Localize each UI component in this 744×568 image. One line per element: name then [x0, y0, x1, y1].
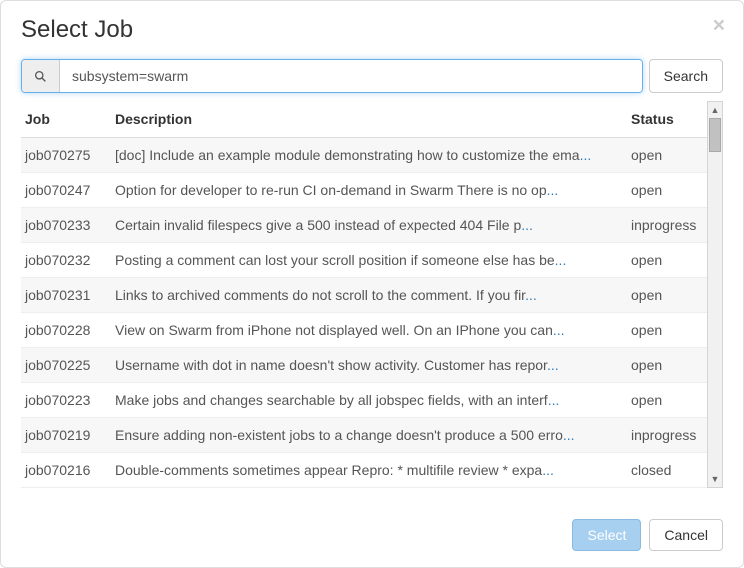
job-description-cell: Ensure adding non-existent jobs to a cha…	[111, 418, 627, 453]
table-row[interactable]: job070216Double-comments sometimes appea…	[21, 453, 707, 488]
job-description-cell: Make jobs and changes searchable by all …	[111, 383, 627, 418]
job-id-cell: job070219	[21, 418, 111, 453]
col-header-status[interactable]: Status	[627, 101, 707, 138]
table-row[interactable]: job070232Posting a comment can lost your…	[21, 243, 707, 278]
search-button[interactable]: Search	[649, 59, 723, 93]
ellipsis-link[interactable]: ...	[547, 182, 559, 198]
job-status-cell: inprogress	[627, 418, 707, 453]
cancel-button[interactable]: Cancel	[649, 519, 723, 551]
job-status-cell: open	[627, 278, 707, 313]
ellipsis-link[interactable]: ...	[555, 252, 567, 268]
job-table: Job Description Status job070275[doc] In…	[21, 101, 707, 488]
table-row[interactable]: job070275[doc] Include an example module…	[21, 138, 707, 173]
scroll-down-icon[interactable]: ▼	[708, 471, 722, 487]
job-status-cell: open	[627, 138, 707, 173]
table-header-row: Job Description Status	[21, 101, 707, 138]
job-status-cell: open	[627, 313, 707, 348]
col-header-description[interactable]: Description	[111, 101, 627, 138]
job-status-cell: open	[627, 173, 707, 208]
table-row[interactable]: job070223Make jobs and changes searchabl…	[21, 383, 707, 418]
table-row[interactable]: job070228View on Swarm from iPhone not d…	[21, 313, 707, 348]
search-input[interactable]	[60, 60, 642, 92]
close-icon: ×	[713, 14, 725, 37]
job-id-cell: job070233	[21, 208, 111, 243]
ellipsis-link[interactable]: ...	[525, 287, 537, 303]
job-id-cell: job070225	[21, 348, 111, 383]
job-status-cell: inprogress	[627, 208, 707, 243]
scroll-up-icon[interactable]: ▲	[708, 102, 722, 118]
close-button[interactable]: ×	[713, 15, 725, 36]
vertical-scrollbar[interactable]: ▲ ▼	[707, 101, 723, 488]
job-id-cell: job070223	[21, 383, 111, 418]
job-description-cell: [doc] Include an example module demonstr…	[111, 138, 627, 173]
ellipsis-link[interactable]: ...	[563, 427, 575, 443]
dialog-header: Select Job ×	[1, 1, 743, 59]
table-row[interactable]: job070219Ensure adding non-existent jobs…	[21, 418, 707, 453]
job-description-cell: Double-comments sometimes appear Repro: …	[111, 453, 627, 488]
job-id-cell: job070275	[21, 138, 111, 173]
select-button[interactable]: Select	[572, 519, 641, 551]
job-description-cell: Posting a comment can lost your scroll p…	[111, 243, 627, 278]
table-row[interactable]: job070233Certain invalid filespecs give …	[21, 208, 707, 243]
job-description-cell: View on Swarm from iPhone not displayed …	[111, 313, 627, 348]
job-description-cell: Links to archived comments do not scroll…	[111, 278, 627, 313]
job-id-cell: job070232	[21, 243, 111, 278]
ellipsis-link[interactable]: ...	[542, 462, 554, 478]
job-status-cell: open	[627, 243, 707, 278]
job-id-cell: job070228	[21, 313, 111, 348]
search-row: Search	[21, 59, 723, 93]
table-row[interactable]: job070231Links to archived comments do n…	[21, 278, 707, 313]
job-id-cell: job070231	[21, 278, 111, 313]
search-icon	[22, 60, 60, 92]
table-row[interactable]: job070225Username with dot in name doesn…	[21, 348, 707, 383]
job-status-cell: open	[627, 383, 707, 418]
dialog-body: Search Job Description Status job070275[…	[1, 59, 743, 503]
job-id-cell: job070247	[21, 173, 111, 208]
job-id-cell: job070216	[21, 453, 111, 488]
job-status-cell: closed	[627, 453, 707, 488]
job-table-wrap: Job Description Status job070275[doc] In…	[21, 101, 723, 488]
ellipsis-link[interactable]: ...	[521, 217, 533, 233]
ellipsis-link[interactable]: ...	[553, 322, 565, 338]
job-description-cell: Username with dot in name doesn't show a…	[111, 348, 627, 383]
search-input-group	[21, 59, 643, 93]
ellipsis-link[interactable]: ...	[580, 147, 592, 163]
ellipsis-link[interactable]: ...	[548, 392, 560, 408]
select-job-dialog: Select Job × Search Job Description Stat	[0, 0, 744, 568]
dialog-title: Select Job	[21, 16, 723, 44]
job-status-cell: open	[627, 348, 707, 383]
col-header-job[interactable]: Job	[21, 101, 111, 138]
table-row[interactable]: job070247Option for developer to re-run …	[21, 173, 707, 208]
ellipsis-link[interactable]: ...	[547, 357, 559, 373]
job-description-cell: Option for developer to re-run CI on-dem…	[111, 173, 627, 208]
dialog-footer: Select Cancel	[1, 503, 743, 567]
job-description-cell: Certain invalid filespecs give a 500 ins…	[111, 208, 627, 243]
scroll-thumb[interactable]	[709, 118, 721, 152]
